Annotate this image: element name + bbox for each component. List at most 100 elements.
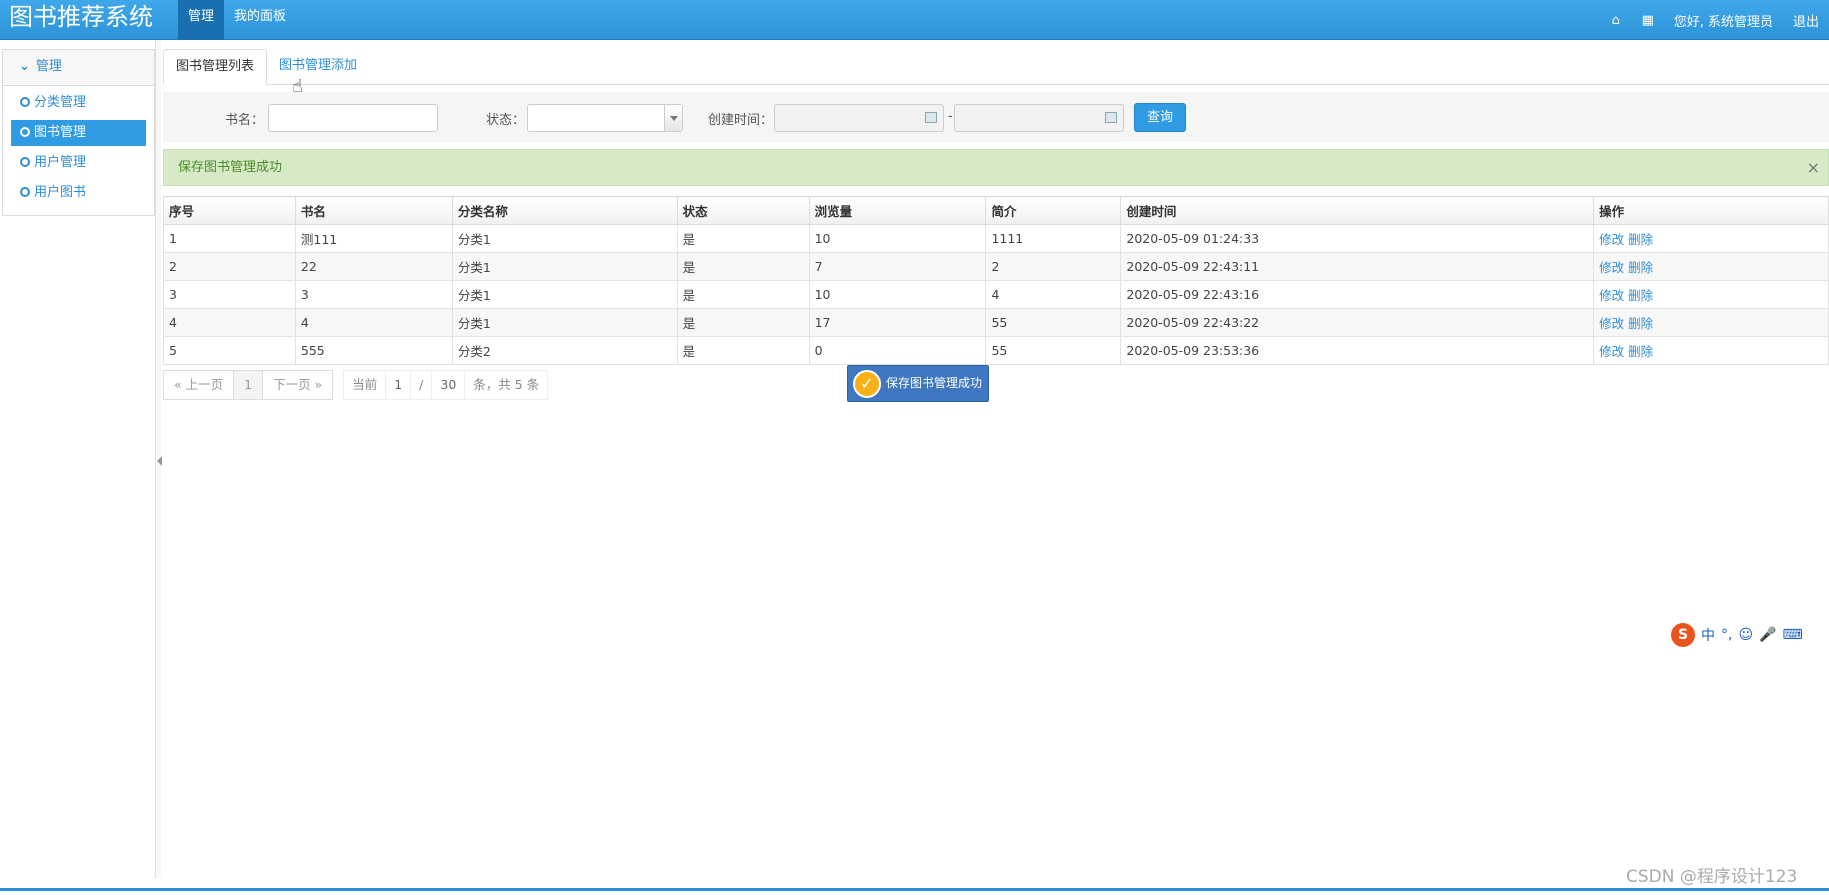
alert-message: 保存图书管理成功 bbox=[178, 160, 283, 175]
column-header[interactable]: 序号 bbox=[163, 196, 296, 225]
column-header[interactable]: 创建时间 bbox=[1120, 196, 1595, 225]
circle-arrow-icon bbox=[20, 187, 30, 197]
tab-book-add[interactable]: 图书管理添加 bbox=[267, 49, 369, 85]
punctuation-toggle[interactable]: °, bbox=[1721, 627, 1732, 643]
table-row: 1 测111 分类1 是 10 1111 2020-05-09 01:24:33 修改 删除 bbox=[163, 224, 1829, 253]
query-button[interactable]: 查询 bbox=[1134, 103, 1186, 132]
sidebar-item-label: 分类管理 bbox=[34, 95, 87, 110]
table-row: 5 555 分类2 是 0 55 2020-05-09 23:53:36 修改 删除 bbox=[163, 336, 1829, 365]
actions-cell: 修改 删除 bbox=[1593, 224, 1829, 253]
delete-link[interactable]: 删除 bbox=[1628, 316, 1653, 331]
table-cell: 是 bbox=[676, 252, 810, 281]
topnav-manage[interactable]: 管理 bbox=[178, 0, 225, 40]
table-cell: 分类1 bbox=[451, 224, 678, 253]
calendar-icon bbox=[925, 112, 937, 123]
user-greeting[interactable]: 您好, 系统管理员 bbox=[1674, 11, 1773, 30]
delete-link[interactable]: 删除 bbox=[1628, 344, 1653, 359]
table-cell: 55 bbox=[985, 336, 1122, 365]
page-info: 当前 1 / 30 条，共 5 条 bbox=[343, 370, 549, 400]
pagination: « 上一页 1 下一页 » 当前 1 / 30 条，共 5 条 bbox=[163, 370, 549, 400]
table-cell: 2020-05-09 23:53:36 bbox=[1120, 336, 1595, 365]
edit-link[interactable]: 修改 bbox=[1599, 260, 1624, 275]
sidebar-item-user-books[interactable]: 用户图书 bbox=[11, 180, 146, 206]
grid-icon[interactable]: ▦ bbox=[1638, 13, 1658, 28]
prev-page-button[interactable]: « 上一页 bbox=[163, 370, 235, 400]
table-cell: 3 bbox=[163, 280, 296, 309]
book-name-input[interactable] bbox=[268, 104, 438, 132]
table-cell: 555 bbox=[294, 336, 453, 365]
circle-arrow-icon bbox=[20, 127, 30, 137]
start-date-input[interactable] bbox=[774, 104, 944, 132]
edit-link[interactable]: 修改 bbox=[1599, 232, 1624, 247]
microphone-icon[interactable]: 🎤 bbox=[1759, 627, 1776, 643]
search-form: 书名： 状态： 创建时间： - 查询 bbox=[163, 92, 1829, 142]
table-cell: 55 bbox=[985, 308, 1122, 337]
sidebar-item-users[interactable]: 用户管理 bbox=[11, 150, 146, 176]
table-row: 4 4 分类1 是 17 55 2020-05-09 22:43:22 修改 删除 bbox=[163, 308, 1829, 337]
column-header[interactable]: 分类名称 bbox=[451, 196, 678, 225]
table-cell: 4 bbox=[985, 280, 1122, 309]
date-range-separator: - bbox=[948, 109, 953, 124]
table-cell: 10 bbox=[808, 280, 987, 309]
sidebar-item-books[interactable]: 图书管理 bbox=[11, 120, 146, 146]
column-header[interactable]: 浏览量 bbox=[808, 196, 987, 225]
home-icon[interactable]: ⌂ bbox=[1606, 13, 1626, 28]
sidebar-header[interactable]: ⌄ 管理 bbox=[3, 50, 154, 86]
table-cell: 17 bbox=[808, 308, 987, 337]
toast-message: 保存图书管理成功 bbox=[886, 376, 983, 390]
tab-book-list[interactable]: 图书管理列表 bbox=[163, 49, 268, 85]
topnav-dashboard[interactable]: 我的面板 bbox=[224, 0, 296, 40]
top-nav: 管理 我的面板 bbox=[178, 0, 296, 40]
logout-link[interactable]: 退出 bbox=[1793, 11, 1819, 30]
status-select[interactable] bbox=[527, 104, 683, 132]
emoji-icon[interactable]: ☺ bbox=[1738, 627, 1753, 643]
table-cell: 分类1 bbox=[451, 252, 678, 281]
edit-link[interactable]: 修改 bbox=[1599, 344, 1624, 359]
table-cell: 4 bbox=[163, 308, 296, 337]
actions-cell: 修改 删除 bbox=[1593, 308, 1829, 337]
table-cell: 是 bbox=[676, 308, 810, 337]
table-cell: 7 bbox=[808, 252, 987, 281]
column-header: 操作 bbox=[1593, 196, 1829, 225]
table-cell: 分类2 bbox=[451, 336, 678, 365]
table-header-row: 序号 书名 分类名称 状态 浏览量 简介 创建时间 操作 bbox=[163, 196, 1829, 225]
table-cell: 5 bbox=[163, 336, 296, 365]
edit-link[interactable]: 修改 bbox=[1599, 316, 1624, 331]
next-page-button[interactable]: 下一页 » bbox=[262, 370, 334, 400]
ime-mode-toggle[interactable]: 中 bbox=[1701, 625, 1715, 645]
page-input[interactable]: 1 bbox=[385, 371, 412, 399]
actions-cell: 修改 删除 bbox=[1593, 280, 1829, 309]
top-navbar: 图书推荐系统 管理 我的面板 ⌂ ▦ 您好, 系统管理员 退出 bbox=[0, 0, 1829, 40]
table-cell: 10 bbox=[808, 224, 987, 253]
table-cell: 0 bbox=[808, 336, 987, 365]
page-info-suffix: 条，共 5 条 bbox=[473, 377, 540, 392]
column-header[interactable]: 简介 bbox=[985, 196, 1122, 225]
column-header[interactable]: 状态 bbox=[676, 196, 810, 225]
table-cell: 分类1 bbox=[451, 308, 678, 337]
sidebar-item-label: 图书管理 bbox=[34, 125, 87, 140]
edit-link[interactable]: 修改 bbox=[1599, 288, 1624, 303]
sogou-logo-icon[interactable]: S bbox=[1671, 623, 1695, 647]
delete-link[interactable]: 删除 bbox=[1628, 260, 1653, 275]
collapse-arrow-icon[interactable] bbox=[157, 456, 162, 466]
close-icon[interactable]: × bbox=[1807, 150, 1820, 185]
column-header[interactable]: 书名 bbox=[294, 196, 453, 225]
end-date-input[interactable] bbox=[954, 104, 1124, 132]
sidebar-item-label: 用户图书 bbox=[34, 185, 87, 200]
sidebar-splitter[interactable] bbox=[155, 40, 162, 878]
sidebar: ⌄ 管理 分类管理 图书管理 用户管理 用户图书 bbox=[2, 49, 155, 216]
sidebar-item-label: 用户管理 bbox=[34, 155, 87, 170]
watermark: CSDN @程序设计123 bbox=[1626, 867, 1798, 887]
tab-bar: 图书管理列表 图书管理添加 bbox=[163, 49, 1829, 85]
status-label: 状态： bbox=[486, 113, 526, 128]
delete-link[interactable]: 删除 bbox=[1628, 232, 1653, 247]
table-cell: 2020-05-09 22:43:22 bbox=[1120, 308, 1595, 337]
table-cell: 2 bbox=[163, 252, 296, 281]
page-number-button[interactable]: 1 bbox=[234, 370, 263, 400]
page-size-input[interactable]: 30 bbox=[431, 371, 466, 399]
table-cell: 2020-05-09 22:43:16 bbox=[1120, 280, 1595, 309]
sidebar-item-category[interactable]: 分类管理 bbox=[11, 90, 146, 116]
table-row: 2 22 分类1 是 7 2 2020-05-09 22:43:11 修改 删除 bbox=[163, 252, 1829, 281]
delete-link[interactable]: 删除 bbox=[1628, 288, 1653, 303]
keyboard-icon[interactable]: ⌨ bbox=[1783, 627, 1803, 643]
